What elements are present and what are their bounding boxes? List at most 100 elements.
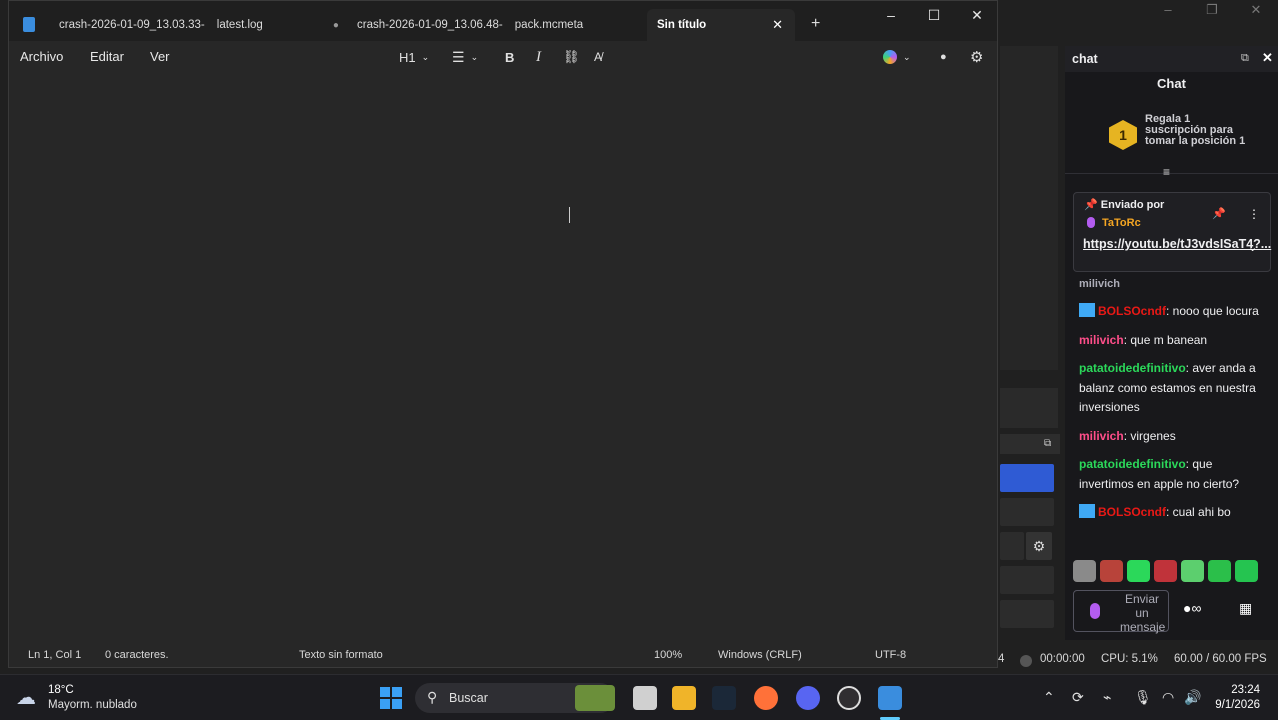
obs-icon[interactable] bbox=[837, 686, 861, 710]
encoding[interactable]: UTF-8 bbox=[875, 649, 906, 661]
clear-format-icon: A̸ bbox=[594, 50, 603, 64]
bg-close-icon[interactable]: ✕ bbox=[1234, 0, 1278, 22]
clock-date[interactable]: 9/1/2026 bbox=[1215, 699, 1260, 711]
minimize-icon[interactable]: – bbox=[871, 5, 911, 27]
menu-archivo[interactable]: Archivo bbox=[20, 49, 63, 64]
close-icon[interactable]: ✕ bbox=[957, 5, 997, 27]
emote-person-icon[interactable] bbox=[1100, 560, 1123, 582]
emote-cat-icon[interactable] bbox=[1073, 560, 1096, 582]
bold-button[interactable]: B bbox=[505, 48, 514, 66]
chat-username[interactable]: milivich bbox=[1079, 429, 1124, 443]
gift-text: Regala 1 suscripción para tomar la posic… bbox=[1145, 113, 1246, 147]
pinned-user[interactable]: TaToRc bbox=[1102, 217, 1141, 229]
emote-green-icon[interactable] bbox=[1127, 560, 1150, 582]
chat-message-text: : que m banean bbox=[1123, 332, 1208, 347]
taskbar-search[interactable]: ⚲ Buscar bbox=[415, 683, 615, 713]
microphone-icon[interactable]: 🎙 bbox=[1134, 689, 1152, 706]
chat-username[interactable]: BOLSOcndf bbox=[1098, 505, 1166, 519]
firefox-icon[interactable] bbox=[754, 686, 778, 710]
maximize-icon[interactable]: ☐ bbox=[914, 5, 954, 27]
bg-list-row[interactable] bbox=[1000, 498, 1054, 526]
bg-settings-gear-icon[interactable]: ⚙ bbox=[1026, 532, 1052, 560]
line-endings[interactable]: Windows (CRLF) bbox=[718, 649, 802, 661]
heading-dropdown[interactable]: H1 ⌄ bbox=[399, 48, 429, 66]
pinned-message[interactable]: 📌 Enviado por TaToRc https://youtu.be/tJ… bbox=[1073, 192, 1271, 272]
close-dock-icon[interactable]: ✕ bbox=[1262, 50, 1273, 66]
network-off-icon[interactable]: ⌁ bbox=[1103, 689, 1111, 706]
pin-icon[interactable]: 📌 bbox=[1212, 207, 1226, 220]
chat-message: milivich: que m banean bbox=[1079, 331, 1269, 351]
clock-time[interactable]: 23:24 bbox=[1231, 684, 1260, 696]
pinned-link[interactable]: https://youtu.be/tJ3vdsISaT4?... bbox=[1083, 235, 1271, 253]
italic-button[interactable]: I bbox=[536, 48, 541, 66]
steam-icon[interactable] bbox=[712, 686, 736, 710]
bits-icon[interactable]: ●∞ bbox=[1183, 600, 1201, 616]
character-count: 0 caracteres. bbox=[105, 649, 169, 661]
chat-username[interactable]: BOLSOcndf bbox=[1098, 304, 1166, 318]
zoom-level[interactable]: 100% bbox=[654, 649, 682, 661]
emote-spotify-icon[interactable] bbox=[1208, 560, 1231, 582]
tab-untitled[interactable]: Sin título ✕ bbox=[647, 9, 795, 41]
menu-ver[interactable]: Ver bbox=[150, 49, 170, 64]
chat-username[interactable]: milivich bbox=[1079, 333, 1124, 347]
tab-crash-1[interactable]: crash-2026-01-09_13.03.33- latest.log ● bbox=[59, 9, 339, 41]
cursor-position: Ln 1, Col 1 bbox=[28, 649, 82, 661]
bg-list-row[interactable] bbox=[1000, 532, 1024, 560]
tray-overflow-chevron-icon[interactable]: ⌃ bbox=[1043, 689, 1055, 706]
bold-icon: B bbox=[505, 49, 515, 65]
moderator-badge-icon[interactable] bbox=[1079, 504, 1095, 518]
bg-dock-float-icon[interactable]: ⧉ bbox=[1044, 438, 1051, 449]
bg-minimize-icon[interactable]: – bbox=[1146, 0, 1190, 22]
text-format[interactable]: Texto sin formato bbox=[299, 649, 383, 661]
emote-face-icon[interactable] bbox=[1235, 560, 1258, 582]
notepad-taskbar-icon[interactable] bbox=[878, 686, 902, 710]
bg-list-row[interactable] bbox=[1000, 566, 1054, 594]
clear-format-button[interactable]: A̸ bbox=[594, 48, 602, 66]
link-button[interactable]: ⛓ bbox=[563, 48, 580, 66]
chat-message-input[interactable]: Enviar un mensaje bbox=[1073, 590, 1169, 634]
list-icon: ☰ bbox=[452, 48, 465, 65]
emote-red-icon[interactable] bbox=[1154, 560, 1177, 582]
moderator-badge-icon[interactable] bbox=[1079, 303, 1095, 317]
float-dock-icon[interactable]: ⧉ bbox=[1241, 52, 1249, 65]
emote-bar bbox=[1073, 560, 1258, 582]
emote-eyes-icon[interactable] bbox=[1181, 560, 1204, 582]
volume-icon[interactable]: 🔊 bbox=[1184, 689, 1201, 706]
store-icon[interactable]: ▦ bbox=[1239, 600, 1252, 617]
tab-crash-2[interactable]: crash-2026-01-09_13.06.48- pack.mcmeta bbox=[357, 9, 583, 41]
text-editor-area[interactable] bbox=[9, 73, 997, 639]
bg-list-row[interactable] bbox=[1000, 600, 1054, 628]
tab-close-icon[interactable]: ✕ bbox=[772, 17, 783, 33]
bg-restore-icon[interactable]: ❐ bbox=[1190, 0, 1234, 22]
task-view-icon[interactable] bbox=[633, 686, 657, 710]
settings-button[interactable]: ⚙ bbox=[970, 48, 983, 66]
weather-description[interactable]: Mayorm. nublado bbox=[48, 699, 137, 711]
italic-icon: I bbox=[536, 48, 541, 65]
weather-temperature[interactable]: 18°C bbox=[48, 684, 74, 696]
copilot-dropdown[interactable]: ⌄ bbox=[883, 48, 911, 66]
more-options-icon[interactable]: ⋮ bbox=[1248, 207, 1260, 221]
file-explorer-icon[interactable] bbox=[672, 686, 696, 710]
wifi-icon[interactable]: ◠ bbox=[1162, 689, 1174, 706]
discord-icon[interactable] bbox=[796, 686, 820, 710]
account-button[interactable]: ● bbox=[940, 48, 947, 66]
weather-cloud-icon[interactable]: ☁ bbox=[16, 685, 36, 710]
chat-username[interactable]: patatoidedefinitivo bbox=[1079, 457, 1186, 471]
sync-icon[interactable]: ⟳ bbox=[1072, 689, 1084, 706]
mic-icon[interactable] bbox=[1090, 603, 1100, 619]
chat-message-text: : nooo que locura bbox=[1166, 304, 1259, 318]
collapse-handle-icon[interactable]: ≡ bbox=[1163, 165, 1170, 179]
menu-editar[interactable]: Editar bbox=[90, 49, 124, 64]
chat-message: BOLSOcndf: nooo que locura bbox=[1079, 302, 1269, 322]
expand-chevron-icon[interactable]: ⌄ bbox=[1248, 241, 1257, 254]
bg-selected-item[interactable] bbox=[1000, 464, 1054, 492]
chat-message: milivich: virgenes bbox=[1079, 427, 1269, 447]
chat-dock: chat ⧉ ✕ Chat 1 Regala 1 suscripción par… bbox=[1065, 46, 1278, 640]
gift-subscription-banner[interactable]: 1 Regala 1 suscripción para tomar la pos… bbox=[1065, 108, 1278, 179]
list-dropdown[interactable]: ☰ ⌄ bbox=[452, 48, 478, 66]
pinned-label-text: Enviado por bbox=[1100, 199, 1165, 211]
new-tab-plus-icon[interactable]: + bbox=[811, 15, 820, 33]
start-windows-icon[interactable] bbox=[380, 687, 402, 709]
chat-username[interactable]: patatoidedefinitivo bbox=[1079, 361, 1186, 375]
heading-label: H1 bbox=[399, 49, 416, 65]
